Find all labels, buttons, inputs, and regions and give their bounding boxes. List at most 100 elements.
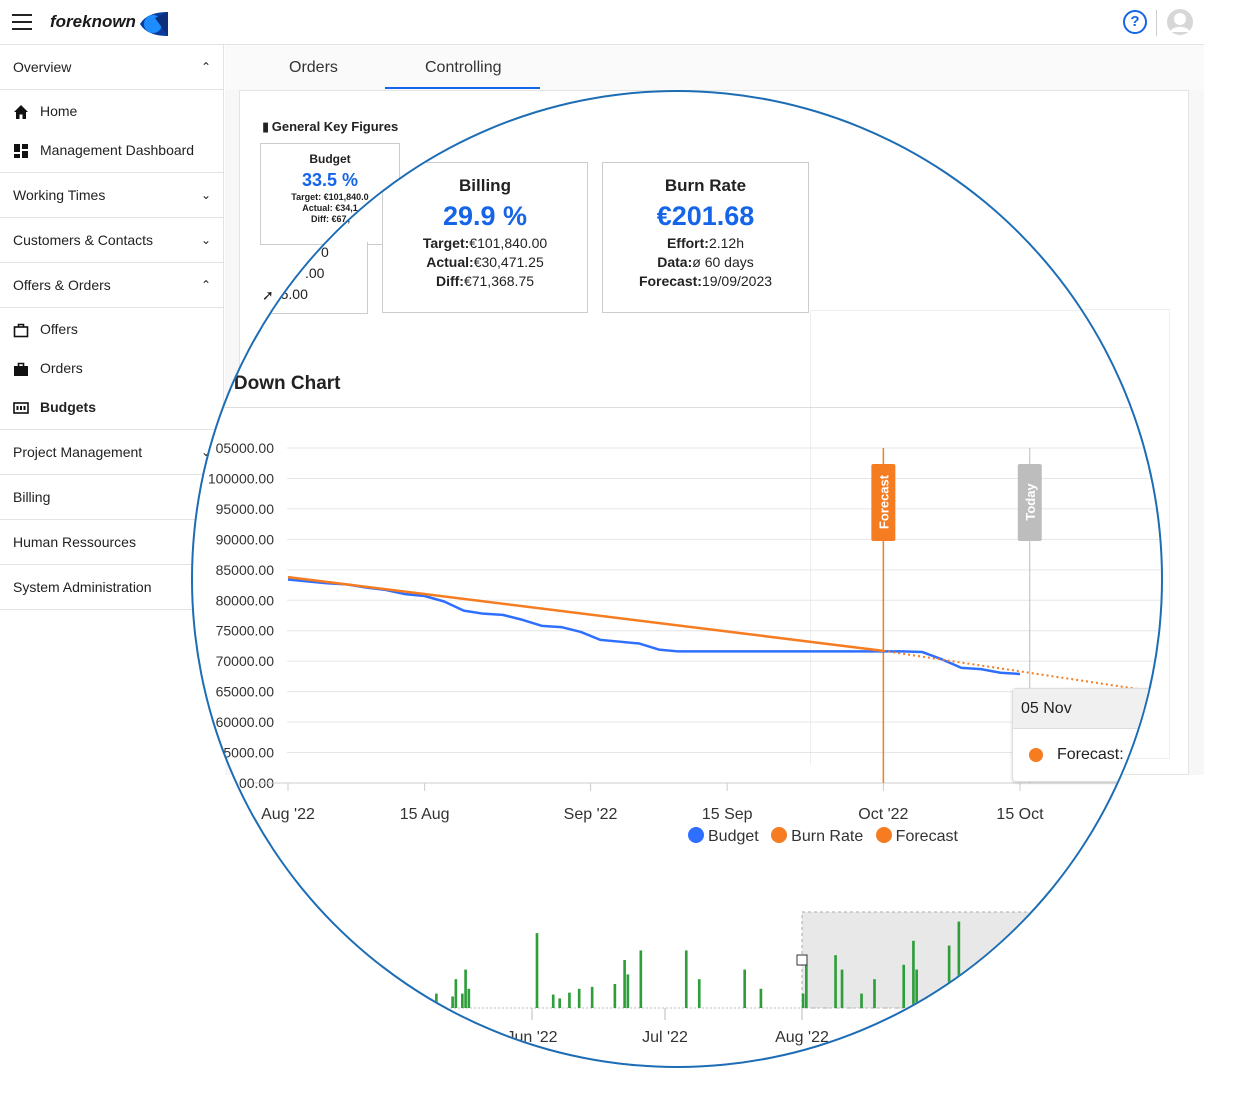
navigator-bar — [902, 964, 906, 1008]
sidebar-item-label: Offers & Orders — [13, 277, 111, 293]
top-bar: foreknown ? — [0, 0, 1204, 45]
navigator-bar — [613, 984, 617, 1008]
navigator-bar — [1080, 940, 1084, 1008]
navigator-bar — [840, 969, 844, 1008]
navigator-chart[interactable]: Jun '22 Jul '22 Aug '22 — [191, 90, 1163, 1068]
navigator-bar — [435, 993, 438, 1008]
navigator-tick-label: Aug '22 — [775, 1029, 829, 1046]
navigator-bar — [314, 964, 318, 1008]
user-avatar-icon[interactable] — [1166, 8, 1194, 36]
sidebar-item-label: Customers & Contacts — [13, 232, 154, 248]
navigator-bar — [860, 993, 863, 1008]
navigator-bar — [639, 950, 643, 1008]
navigator-bar — [344, 998, 347, 1008]
navigator-bar — [577, 988, 581, 1008]
navigator-bar — [1097, 950, 1100, 1008]
navigator-bar — [626, 974, 630, 1008]
sidebar-item-label: Management Dashboard — [40, 142, 195, 158]
sidebar-item-offers-orders[interactable]: Offers & Orders ⌃ — [0, 263, 223, 308]
sidebar-item-working-times[interactable]: Working Times ⌄ — [0, 173, 223, 218]
sidebar-item-overview[interactable]: Overview ⌃ — [0, 45, 223, 90]
navigator-bar — [873, 979, 876, 1008]
sidebar-item-label: Human Ressources — [13, 534, 136, 550]
header-divider — [1156, 10, 1157, 36]
sidebar-item-home[interactable]: Home — [0, 92, 223, 131]
briefcase-icon — [14, 362, 28, 376]
sidebar-item-project-management[interactable]: Project Management ⌄ — [0, 430, 223, 475]
tab-orders[interactable]: Orders — [289, 59, 338, 77]
home-icon — [14, 105, 28, 119]
navigator-bar — [451, 996, 454, 1008]
sidebar-group-offers-orders: Offers Orders Budgets — [0, 308, 223, 430]
navigator-bar — [461, 993, 464, 1008]
navigator-bar — [1009, 936, 1013, 1008]
navigator-bar — [373, 1000, 377, 1008]
brand-name[interactable]: foreknown — [50, 12, 136, 32]
sidebar-item-offers[interactable]: Offers — [0, 310, 223, 349]
navigator-tick-label: Jun '22 — [506, 1029, 557, 1046]
navigator-bar — [1123, 955, 1126, 1008]
navigator-bar — [801, 993, 805, 1008]
sidebar-item-billing[interactable]: Billing — [0, 475, 223, 520]
sidebar-item-system-administration[interactable]: System Administration — [0, 565, 223, 610]
navigator-bar — [1064, 955, 1068, 1008]
navigator-handle — [796, 954, 808, 966]
navigator-tick-label: Jul '22 — [642, 1029, 688, 1046]
sidebar-item-label: System Administration — [13, 579, 152, 595]
sidebar-item-label: Billing — [13, 489, 51, 505]
navigator-selection — [801, 911, 1161, 1009]
navigator-bar — [454, 979, 458, 1008]
navigator-bar — [558, 998, 562, 1008]
navigator-bar — [392, 979, 396, 1008]
sidebar-item-label: Home — [40, 103, 78, 119]
chevron-up-icon: ⌃ — [200, 60, 211, 74]
sidebar-item-customers-contacts[interactable]: Customers & Contacts ⌄ — [0, 218, 223, 263]
briefcase-outline-icon — [13, 323, 29, 338]
navigator-bar — [1048, 979, 1052, 1008]
sidebar: Overview ⌃ Home Management Dashboard Wor… — [0, 45, 224, 610]
navigator-bar — [464, 969, 467, 1008]
sidebar-item-orders[interactable]: Orders — [0, 349, 223, 388]
tab-controlling[interactable]: Controlling — [425, 59, 501, 77]
navigator-bar — [551, 994, 555, 1008]
navigator-bar — [535, 933, 539, 1008]
navigator-bar — [363, 990, 367, 1008]
navigator-bar — [1158, 964, 1161, 1008]
magnified-content: Budget 33.5 % Target: €101,840.0 Actual:… — [191, 90, 1163, 1068]
menu-icon[interactable] — [12, 14, 32, 30]
navigator-bar — [947, 945, 951, 1008]
navigator-bar — [957, 921, 961, 1008]
brand-logo — [140, 12, 168, 36]
navigator-bar — [467, 988, 471, 1008]
sidebar-item-label: Offers — [40, 321, 78, 337]
navigator-bar — [834, 955, 837, 1008]
sidebar-item-budgets[interactable]: Budgets — [0, 388, 223, 427]
navigator-bar — [993, 950, 996, 1008]
sidebar-group-overview: Home Management Dashboard — [0, 90, 223, 173]
budget-icon — [13, 402, 29, 414]
navigator-bar — [805, 964, 808, 1008]
help-icon[interactable]: ? — [1123, 10, 1147, 34]
dashboard-icon — [14, 144, 28, 158]
sidebar-item-management-dashboard[interactable]: Management Dashboard — [0, 131, 223, 170]
navigator-bar — [568, 992, 571, 1008]
sidebar-item-label: Overview — [13, 59, 72, 75]
navigator-bar — [396, 996, 399, 1008]
magnifier-lens: Budget 33.5 % Target: €101,840.0 Actual:… — [191, 90, 1163, 1068]
sidebar-item-label: Orders — [40, 360, 83, 376]
sidebar-item-human-resources[interactable]: Human Ressources — [0, 520, 223, 565]
navigator-bar — [590, 986, 594, 1008]
sidebar-item-label: Working Times — [13, 187, 106, 203]
navigator-bar — [353, 981, 357, 1008]
navigator-bar — [1110, 974, 1113, 1008]
tab-bar: Orders Controlling — [225, 45, 1204, 90]
navigator-bar — [623, 960, 626, 1008]
active-tab-indicator — [385, 87, 540, 89]
navigator-bar — [697, 979, 701, 1008]
navigator-bar — [412, 994, 415, 1008]
navigator-bar — [684, 950, 688, 1008]
navigator-bar — [743, 969, 747, 1008]
navigator-bar — [1035, 960, 1039, 1008]
navigator-bar — [1136, 969, 1139, 1008]
sidebar-item-label: Budgets — [40, 399, 96, 415]
